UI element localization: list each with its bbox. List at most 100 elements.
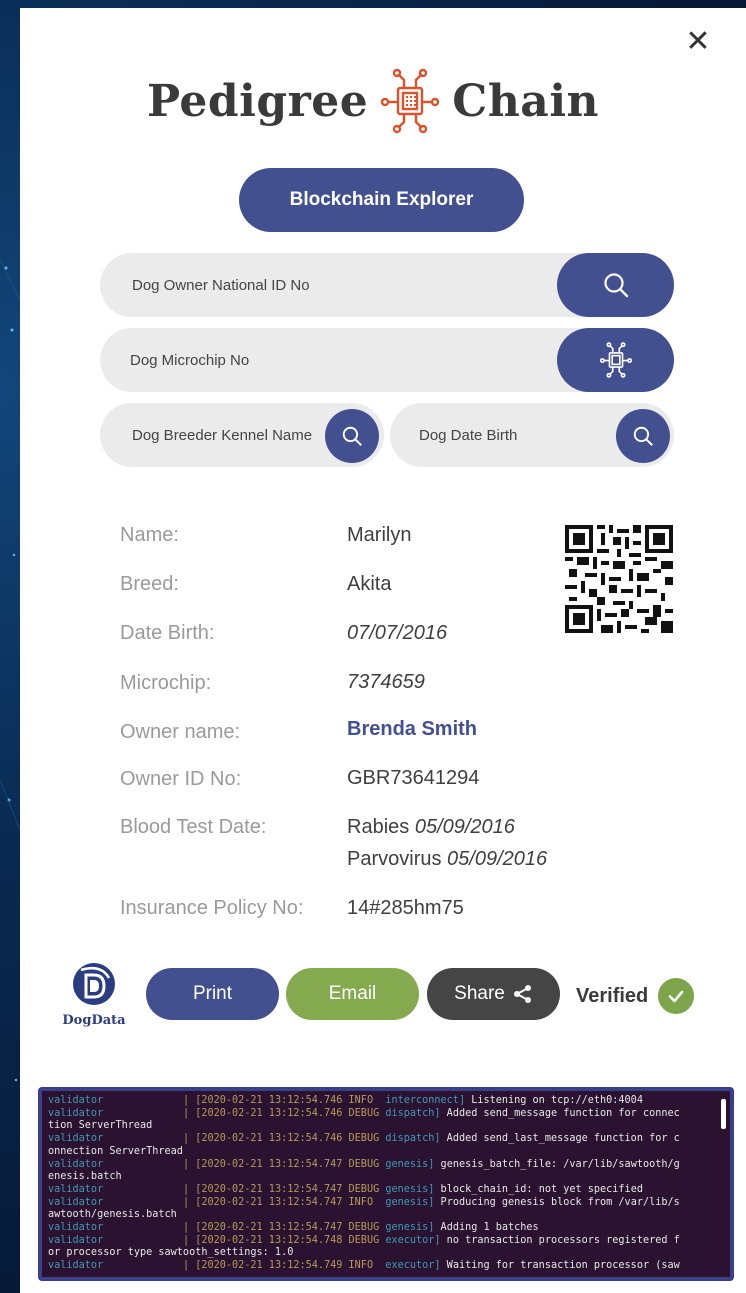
parvo-name: Parvovirus [347,848,442,870]
breed-label: Breed: [120,573,179,595]
terminal-output: validator | [2020-02-21 13:12:54.746 INF… [42,1091,730,1277]
owner-name-link[interactable]: Brenda Smith [347,718,477,741]
qr-code-icon[interactable] [565,524,673,634]
print-button[interactable]: Print [146,968,279,1020]
terminal-src: validator [48,1234,183,1246]
verified-status: Verified [576,978,695,1014]
terminal-src: validator [48,1133,183,1145]
dog-microchip: 7374659 [347,671,425,693]
terminal-ts: | [2020-02-21 13:12:54.747 DEBUG [182,1222,386,1234]
terminal-ts: | [2020-02-21 13:12:54.747 INFO [182,1196,386,1208]
terminal-src: validator [48,1107,183,1119]
verified-label: Verified [576,984,649,1007]
birth-date-search-button[interactable] [616,409,670,463]
chip-logo-icon [381,68,440,134]
email-button[interactable]: Email [286,968,419,1020]
terminal-line: awtooth/genesis.batch [48,1209,730,1222]
brand-left: Pedigree [146,75,369,127]
terminal-ts: | [2020-02-21 13:12:54.747 DEBUG [182,1158,386,1170]
terminal-line: validator | [2020-02-21 13:12:54.747 DEB… [48,1222,730,1235]
microchip-placeholder: Dog Microchip No [130,351,250,369]
terminal-ts: | [2020-02-21 13:12:54.746 INFO [182,1095,386,1106]
name-label: Name: [120,524,179,546]
terminal-src: validator [48,1158,183,1170]
terminal-msg: Adding 1 batches [434,1222,539,1234]
terminal-ts: | [2020-02-21 13:12:54.748 DEBUG [182,1234,386,1246]
terminal-mod: genesis] [385,1222,435,1234]
insurance-label: Insurance Policy No: [120,897,304,919]
terminal-mod: interconnect] [385,1095,466,1106]
terminal-src: validator [48,1222,183,1234]
dogdata-logo: DogData [56,962,132,1034]
parvo-test: Parvovirus 05/09/2016 [347,848,547,871]
dog-birth-date: 07/07/2016 [347,622,448,644]
share-label: Share [454,983,505,1004]
check-icon [658,978,695,1014]
terminal-mod: executor] [385,1234,441,1246]
owner-id-label: Owner ID No: [120,768,242,790]
terminal-msg: Waiting for transaction processor (saw [440,1260,680,1272]
blood-test-label: Blood Test Date: [120,816,267,838]
terminal-line: validator | [2020-02-21 13:12:54.748 DEB… [48,1235,730,1248]
parvo-date: 05/09/2016 [447,848,548,870]
terminal-msg: onnection ServerThread [48,1145,183,1157]
kennel-search-button[interactable] [325,409,379,463]
terminal-mod: genesis] [385,1158,435,1170]
terminal-line: validator | [2020-02-21 13:12:54.747 DEB… [48,1159,730,1172]
dog-name: Marilyn [347,524,412,546]
terminal-msg: Listening on tcp://eth0:4004 [465,1095,643,1106]
microchip-scan-button[interactable] [557,328,674,392]
terminal-msg: tion ServerThread [48,1120,153,1132]
blockchain-explorer-button[interactable]: Blockchain Explorer [239,168,524,232]
terminal-msg: block_chain_id: not yet specified [434,1183,643,1195]
terminal-src: validator [48,1260,183,1272]
microchip-label: Microchip: [120,672,212,694]
terminal-msg: enesis.batch [48,1171,122,1183]
app-logo: Pedigree Chain [0,56,746,146]
owner-id-search-button[interactable] [557,253,674,317]
dogdata-logo-icon [73,963,115,1005]
kennel-name-placeholder: Dog Breeder Kennel Name [132,426,313,444]
search-icon [603,273,628,298]
owner-id-placeholder: Dog Owner National ID No [132,276,310,294]
terminal-ts: | [2020-02-21 13:12:54.749 INFO [182,1260,386,1272]
terminal-src: validator [48,1095,183,1106]
terminal-mod: dispatch] [385,1107,441,1119]
insurance-value: 14#285hm75 [347,897,464,919]
terminal-line: validator | [2020-02-21 13:12:54.746 DEB… [48,1108,730,1121]
terminal-msg: no transaction processors registered f [440,1234,680,1246]
email-label: Email [328,983,377,1004]
terminal-mod: genesis] [385,1196,435,1208]
chip-icon [599,342,632,378]
terminal-src: validator [48,1183,183,1195]
terminal-ts: | [2020-02-21 13:12:54.747 DEBUG [182,1183,386,1195]
terminal-msg: genesis_batch_file: /var/lib/sawtooth/g [434,1158,680,1170]
terminal-ts: | [2020-02-21 13:12:54.746 DEBUG [182,1133,386,1145]
owner-name-label: Owner name: [120,721,241,743]
rabies-test: Rabies 05/09/2016 [347,816,515,839]
close-icon[interactable]: ✕ [682,26,714,58]
owner-id-value: GBR73641294 [347,767,480,789]
terminal-mod: executor] [385,1260,441,1272]
terminal-msg: Added send_message function for connec [440,1107,680,1119]
terminal-src: validator [48,1196,183,1208]
terminal-ts: | [2020-02-21 13:12:54.746 DEBUG [182,1107,386,1119]
rabies-name: Rabies [347,816,410,838]
terminal-msg: Producing genesis block from /var/lib/s [434,1196,680,1208]
birth-date-placeholder: Dog Date Birth [419,426,518,444]
terminal-log-panel[interactable]: validator | [2020-02-21 13:12:54.746 INF… [38,1087,734,1281]
search-icon [633,426,653,446]
terminal-line: validator | [2020-02-21 13:12:54.749 INF… [48,1260,730,1273]
terminal-mod: genesis] [385,1183,435,1195]
terminal-msg: awtooth/genesis.batch [48,1209,177,1221]
terminal-scrollbar[interactable] [721,1099,726,1129]
terminal-line: tion ServerThread [48,1120,730,1133]
terminal-line: validator | [2020-02-21 13:12:54.746 INF… [48,1095,730,1108]
terminal-line: validator | [2020-02-21 13:12:54.747 INF… [48,1197,730,1210]
terminal-line: or processor type sawtooth_settings: 1.0 [48,1247,730,1260]
terminal-msg: Added send_last_message function for c [440,1133,680,1145]
terminal-mod: dispatch] [385,1133,441,1145]
terminal-line: onnection ServerThread [48,1146,730,1159]
terminal-line: validator | [2020-02-21 13:12:54.746 DEB… [48,1133,730,1146]
share-button[interactable]: Share [427,968,560,1020]
